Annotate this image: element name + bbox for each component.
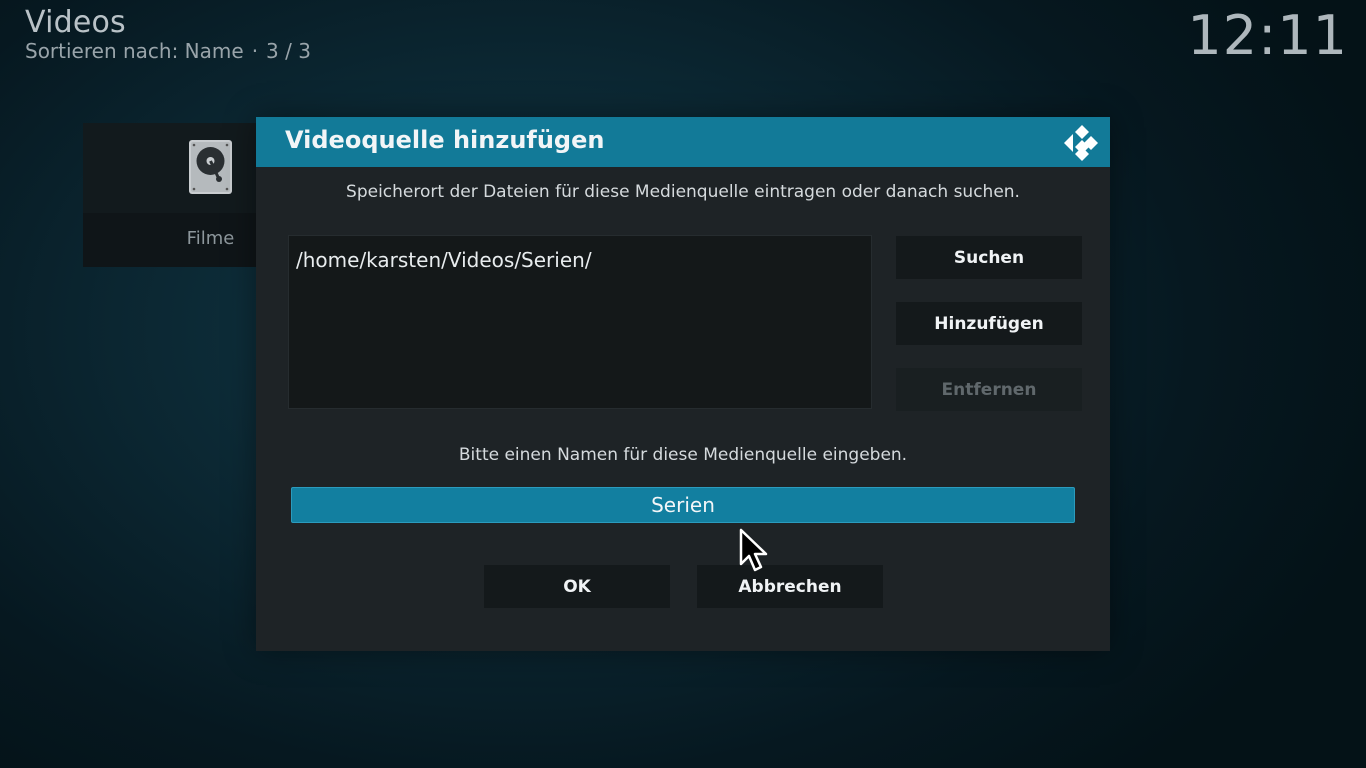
browse-button[interactable]: Suchen: [896, 236, 1082, 279]
ok-button[interactable]: OK: [484, 565, 670, 608]
mouse-cursor-icon: [739, 528, 768, 572]
kodi-logo-icon[interactable]: [1062, 125, 1098, 161]
name-instruction: Bitte einen Namen für diese Medienquelle…: [458, 445, 908, 465]
hard-drive-icon: [189, 140, 232, 194]
remove-path-button[interactable]: Entfernen: [896, 368, 1082, 411]
sort-separator: ·: [251, 39, 259, 63]
dialog-title: Videoquelle hinzufügen: [285, 126, 605, 154]
add-path-button[interactable]: Hinzufügen: [896, 302, 1082, 345]
path-instruction: Speicherort der Dateien für diese Medien…: [346, 182, 1020, 202]
sort-info: Sortieren nach: Name · 3 / 3: [25, 39, 311, 63]
add-video-source-dialog: Videoquelle hinzufügen Speicherort der D…: [256, 117, 1110, 651]
clock: 12:11: [1187, 4, 1348, 67]
source-tile-filme[interactable]: Filme: [83, 123, 258, 267]
page-count: 3 / 3: [266, 39, 311, 63]
path-item[interactable]: /home/karsten/Videos/Serien/: [296, 248, 592, 272]
source-name-input[interactable]: Serien: [291, 487, 1075, 523]
dialog-header: Videoquelle hinzufügen: [256, 117, 1110, 167]
app-title: Videos: [25, 5, 126, 40]
sort-label: Sortieren nach: Name: [25, 39, 244, 63]
path-list[interactable]: /home/karsten/Videos/Serien/: [288, 235, 872, 409]
tile-thumbnail: [83, 123, 258, 213]
cancel-button[interactable]: Abbrechen: [697, 565, 883, 608]
